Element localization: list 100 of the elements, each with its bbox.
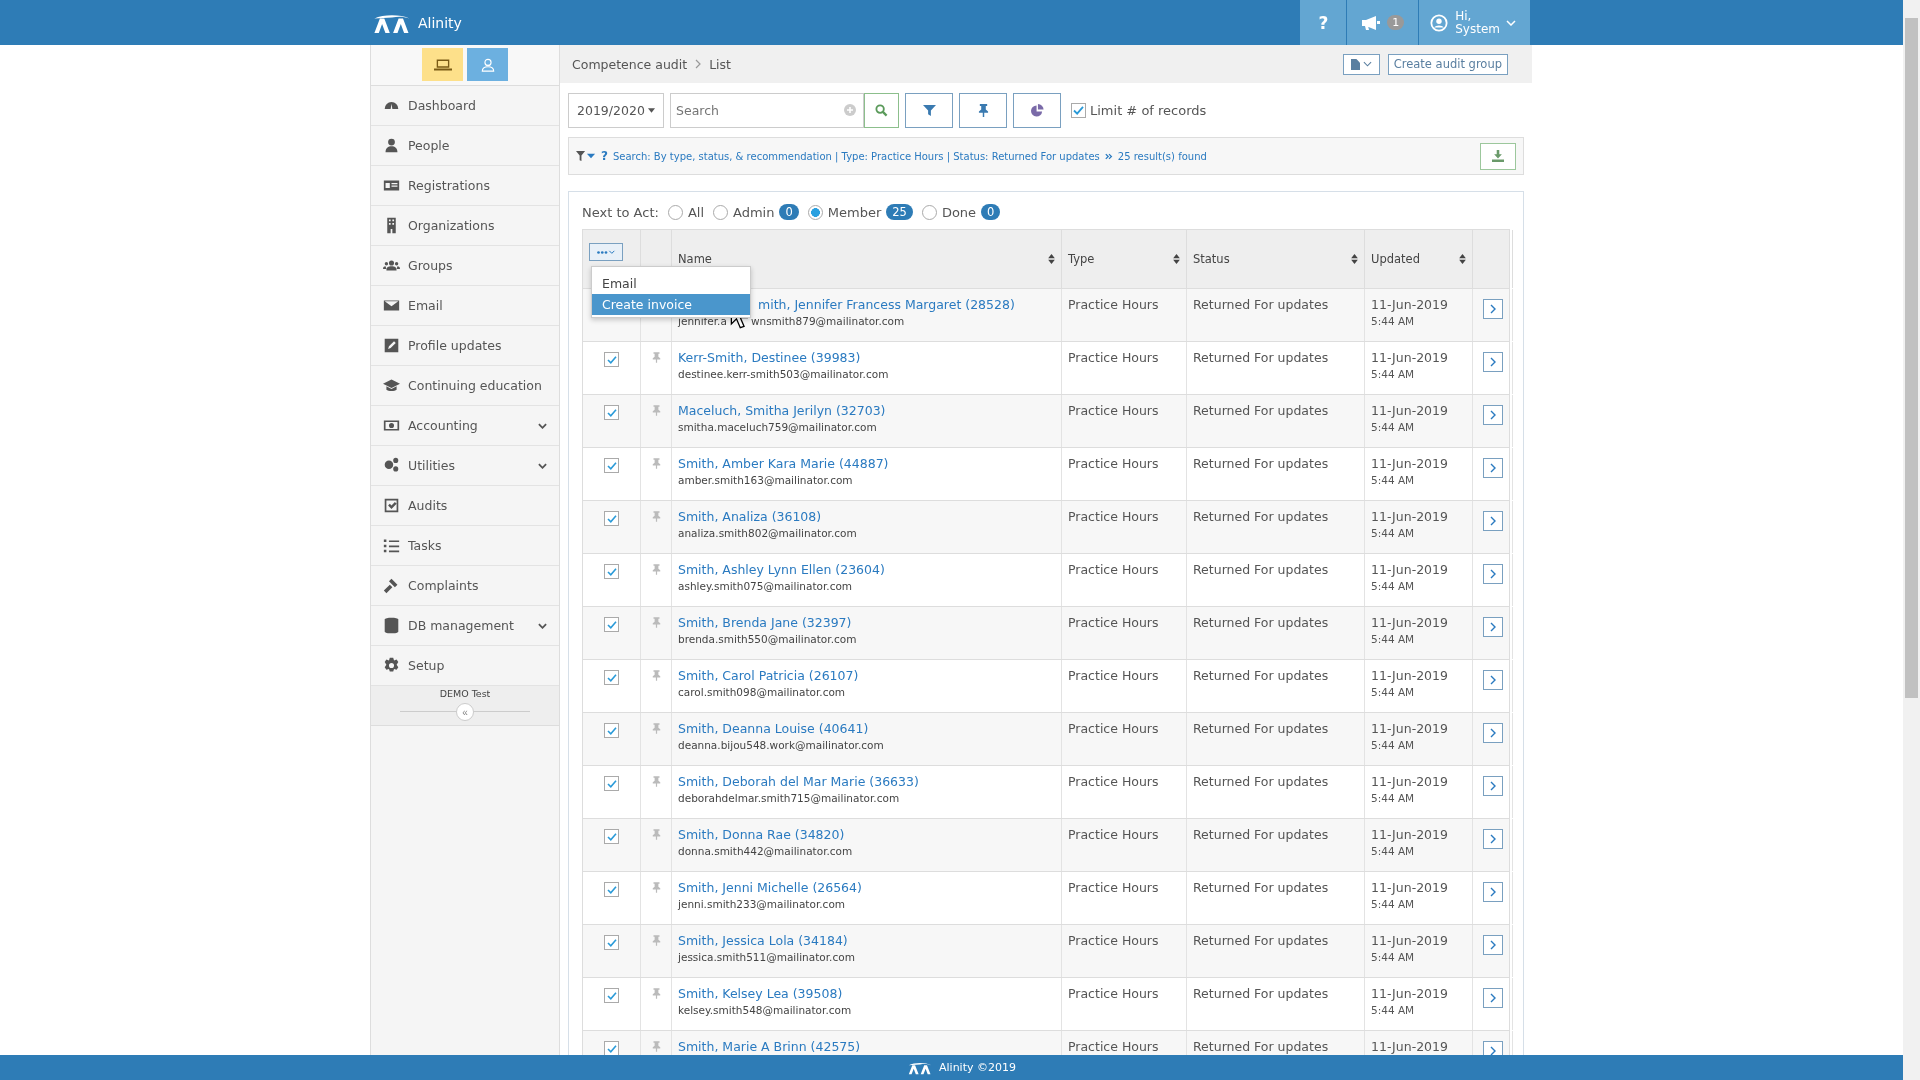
open-record-button[interactable]: [1482, 988, 1503, 1008]
radio-button[interactable]: [667, 204, 683, 220]
sort-icon[interactable]: [1459, 254, 1466, 264]
sort-icon[interactable]: [1173, 254, 1180, 264]
person-link[interactable]: Maceluch, Smitha Jerilyn (32703): [678, 403, 886, 418]
filter-summary[interactable]: Search: By type, status, & recommendation | Type: Practice Hours | Status: Returned For updates: [612, 150, 1100, 162]
sidebar-item[interactable]: Dashboard: [371, 86, 559, 126]
create-audit-group-button[interactable]: Create audit group: [1387, 53, 1508, 75]
radio-button[interactable]: [713, 204, 728, 220]
year-select[interactable]: 2019/2020: [568, 93, 664, 128]
pin-icon[interactable]: [651, 617, 661, 628]
person-link[interactable]: Smith, Jessica Lola (34184): [678, 933, 848, 948]
row-checkbox[interactable]: [604, 458, 619, 473]
pin-icon[interactable]: [651, 670, 661, 681]
open-record-button[interactable]: [1482, 511, 1503, 531]
open-record-button[interactable]: [1482, 564, 1503, 584]
sidebar-item[interactable]: Utilities: [371, 446, 559, 486]
radio-label[interactable]: Done: [941, 204, 977, 220]
row-checkbox[interactable]: [604, 511, 619, 526]
pin-icon[interactable]: [651, 352, 661, 363]
open-record-button[interactable]: [1482, 882, 1503, 902]
open-record-button[interactable]: [1482, 352, 1503, 372]
collapse-button[interactable]: «: [456, 703, 474, 721]
radio-label[interactable]: All: [687, 204, 704, 220]
person-link[interactable]: Smith, Amber Kara Marie (44887): [678, 456, 889, 471]
search-button[interactable]: [864, 93, 899, 128]
radio-label[interactable]: Admin: [733, 204, 775, 220]
sidebar-item[interactable]: Email: [371, 286, 559, 326]
row-checkbox[interactable]: [604, 352, 619, 367]
open-record-button[interactable]: [1482, 670, 1503, 690]
scrollbar[interactable]: [1903, 0, 1920, 1080]
pin-icon[interactable]: [651, 511, 661, 522]
open-record-button[interactable]: [1482, 458, 1503, 478]
filter-dropdown-icon[interactable]: [576, 150, 596, 162]
row-checkbox[interactable]: [604, 723, 619, 738]
breadcrumb-item[interactable]: Competence audit: [572, 56, 688, 72]
row-checkbox[interactable]: [604, 988, 619, 1003]
open-record-button[interactable]: [1482, 776, 1503, 796]
limit-checkbox[interactable]: [1071, 103, 1086, 118]
open-record-button[interactable]: [1482, 1041, 1503, 1055]
sort-icon[interactable]: [1351, 254, 1358, 264]
row-checkbox[interactable]: [604, 776, 619, 791]
search-field[interactable]: Search: [670, 93, 864, 128]
column-header[interactable]: Type: [1068, 252, 1095, 266]
person-link[interactable]: Smith, Carol Patricia (26107): [678, 668, 859, 683]
pin-button[interactable]: [959, 93, 1007, 128]
pin-icon[interactable]: [651, 1041, 661, 1052]
open-record-button[interactable]: [1482, 405, 1503, 425]
row-checkbox[interactable]: [604, 882, 619, 897]
row-checkbox[interactable]: [604, 564, 619, 579]
row-checkbox[interactable]: [604, 405, 619, 420]
pin-icon[interactable]: [651, 564, 661, 575]
sidebar-item[interactable]: Complaints: [371, 566, 559, 606]
sidebar-item[interactable]: Tasks: [371, 526, 559, 566]
person-link[interactable]: Smith, Brenda Jane (32397): [678, 615, 852, 630]
person-link[interactable]: Smith, Deanna Louise (40641): [678, 721, 869, 736]
person-link[interactable]: Smith, Marie A Brinn (42575): [678, 1039, 861, 1054]
row-checkbox[interactable]: [604, 935, 619, 950]
person-link[interactable]: Smith, Jenni Michelle (26564): [678, 880, 862, 895]
pin-icon[interactable]: [651, 776, 661, 787]
row-checkbox[interactable]: [604, 829, 619, 844]
sidebar-item[interactable]: People: [371, 126, 559, 166]
document-menu-button[interactable]: [1342, 53, 1380, 75]
sidebar-item[interactable]: Registrations: [371, 166, 559, 206]
desktop-mode-button[interactable]: [422, 48, 463, 81]
sidebar-item[interactable]: Continuing education: [371, 366, 559, 406]
open-record-button[interactable]: [1482, 935, 1503, 955]
person-link[interactable]: Smith, Deborah del Mar Marie (36633): [678, 774, 919, 789]
pin-icon[interactable]: [651, 935, 661, 946]
open-record-button[interactable]: [1482, 723, 1503, 743]
sidebar-item[interactable]: Groups: [371, 246, 559, 286]
sidebar-item[interactable]: Profile updates: [371, 326, 559, 366]
open-record-button[interactable]: [1482, 299, 1503, 319]
person-link[interactable]: Smith, Kelsey Lea (39508): [678, 986, 843, 1001]
open-record-button[interactable]: [1482, 617, 1503, 637]
person-link[interactable]: Smith, Donna Rae (34820): [678, 827, 845, 842]
row-checkbox[interactable]: [604, 617, 619, 632]
radio-label[interactable]: Member: [827, 204, 882, 220]
column-header[interactable]: Name: [678, 252, 712, 266]
radio-button[interactable]: [921, 204, 937, 220]
chart-button[interactable]: [1013, 93, 1061, 128]
sidebar-item[interactable]: Accounting: [371, 406, 559, 446]
row-checkbox[interactable]: [604, 1041, 619, 1055]
bulk-actions-button[interactable]: [589, 243, 623, 261]
pin-icon[interactable]: [651, 723, 661, 734]
filter-button[interactable]: [905, 93, 953, 128]
open-record-button[interactable]: [1482, 829, 1503, 849]
person-link[interactable]: Kerr-Smith, Destinee (39983): [678, 350, 861, 365]
pin-icon[interactable]: [651, 829, 661, 840]
menu-item[interactable]: Email: [592, 273, 750, 294]
pin-icon[interactable]: [651, 458, 661, 469]
row-checkbox[interactable]: [604, 670, 619, 685]
download-button[interactable]: [1480, 142, 1516, 170]
radio-button[interactable]: [807, 204, 823, 220]
column-header[interactable]: Status: [1193, 252, 1230, 266]
sidebar-item[interactable]: Audits: [371, 486, 559, 526]
sidebar-item[interactable]: DB management: [371, 606, 559, 646]
column-header[interactable]: Updated: [1371, 252, 1420, 266]
pin-icon[interactable]: [651, 988, 661, 999]
pin-icon[interactable]: [651, 405, 661, 416]
